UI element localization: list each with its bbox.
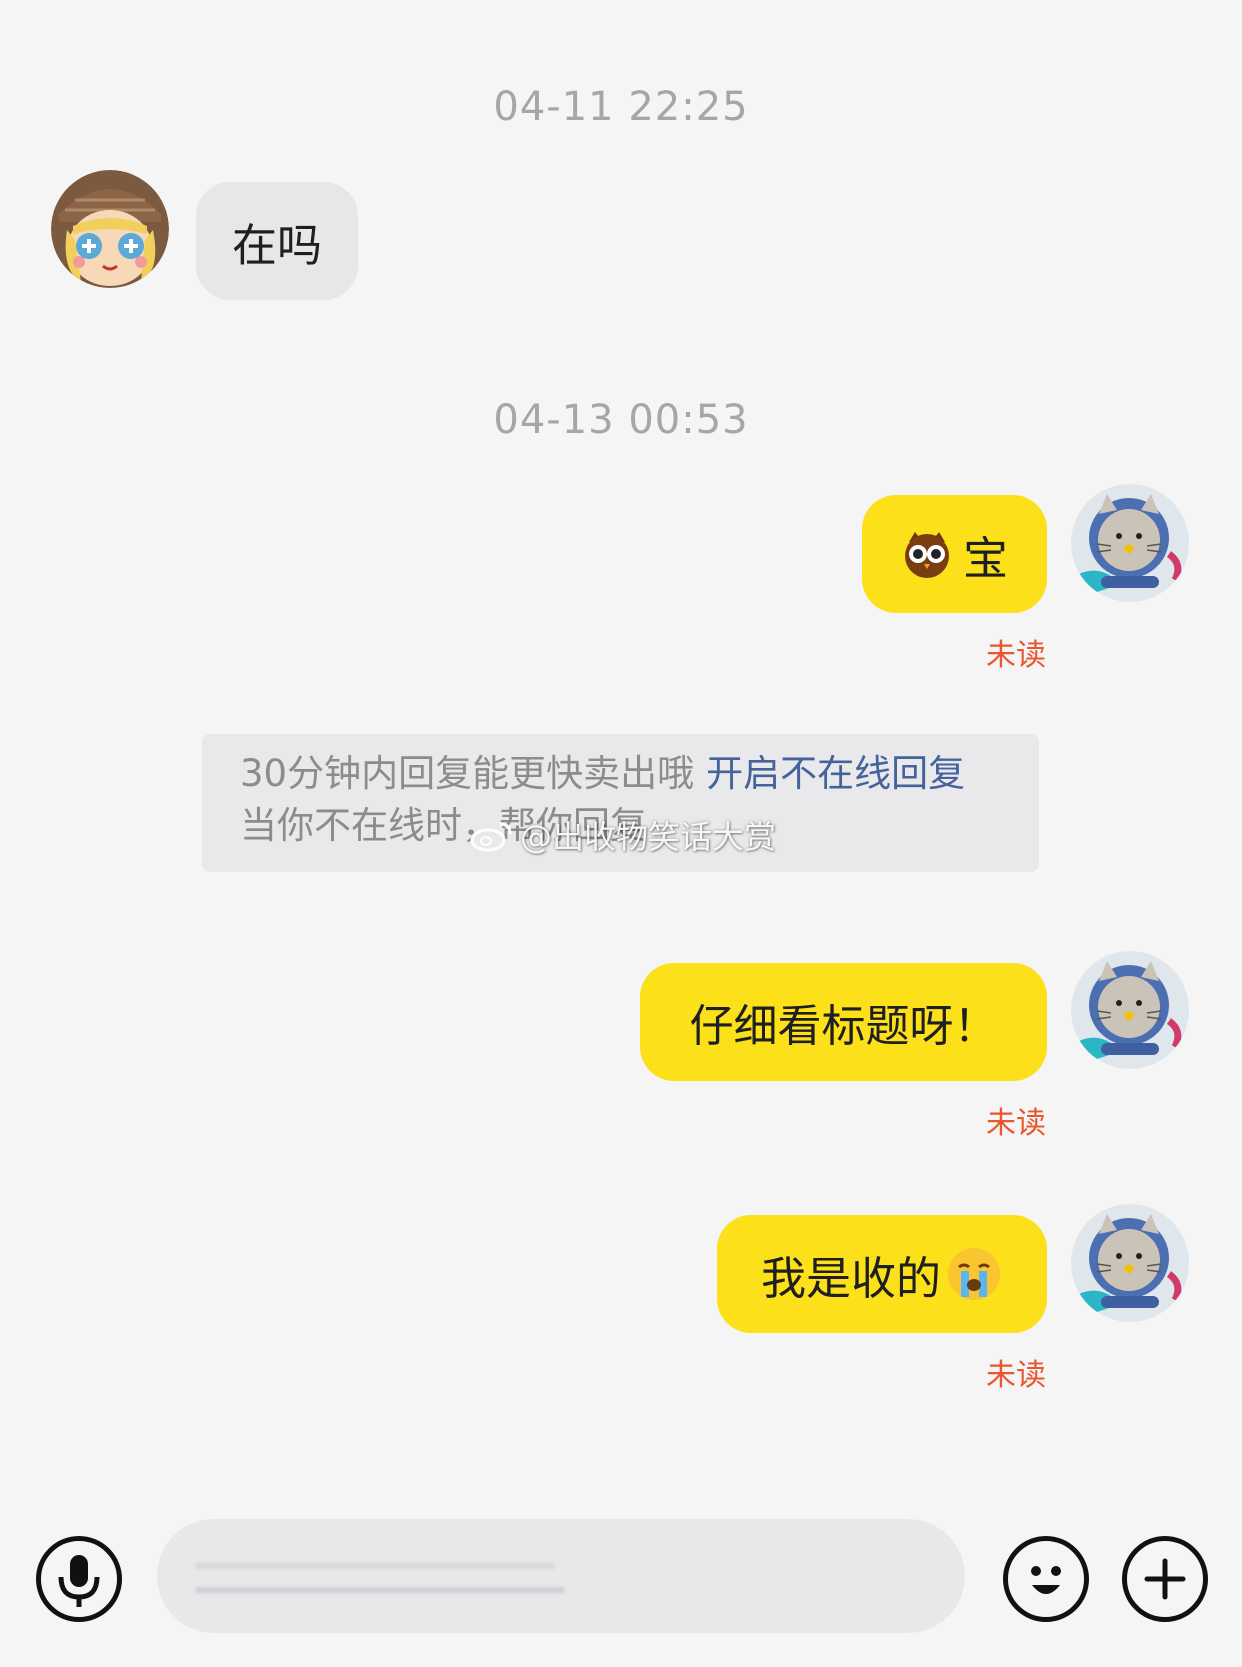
weibo-logo-icon — [470, 822, 512, 852]
add-button[interactable] — [1122, 1536, 1208, 1622]
outgoing-message-bubble[interactable]: 仔细看标题呀！ — [640, 963, 1047, 1081]
unread-status: 未读 — [986, 1358, 1046, 1393]
microphone-icon — [58, 1555, 100, 1607]
smiley-icon — [1031, 1566, 1061, 1594]
crying-face-emoji-icon — [945, 1245, 1003, 1303]
plus-icon — [1144, 1558, 1186, 1600]
watermark-text: @出收物笑话大赏 — [520, 818, 777, 856]
cat-astronaut-avatar-icon — [1071, 1204, 1189, 1322]
my-avatar-2[interactable] — [1071, 951, 1189, 1069]
message-input[interactable] — [157, 1519, 965, 1633]
owl-emoji-icon — [901, 528, 953, 580]
cat-astronaut-avatar-icon — [1071, 484, 1189, 602]
message-text: 在吗 — [232, 218, 323, 272]
incoming-message-bubble[interactable]: 在吗 — [196, 182, 359, 300]
doll-avatar-icon — [51, 170, 169, 288]
outgoing-message-bubble[interactable]: 宝 — [862, 495, 1047, 613]
timestamp-2: 04-13 00:53 — [493, 397, 749, 443]
contact-avatar[interactable] — [51, 170, 169, 288]
outgoing-message-bubble[interactable]: 我是收的 — [717, 1215, 1047, 1333]
message-text: 仔细看标题呀！ — [689, 1001, 998, 1052]
my-avatar-3[interactable] — [1071, 1204, 1189, 1322]
input-bar — [0, 1500, 1242, 1667]
message-text: 我是收的 — [760, 1251, 941, 1305]
unread-status: 未读 — [986, 1106, 1046, 1141]
voice-button[interactable] — [36, 1536, 122, 1622]
emoji-button[interactable] — [1003, 1536, 1089, 1622]
weibo-watermark: @出收物笑话大赏 — [470, 812, 776, 858]
cat-astronaut-avatar-icon — [1071, 951, 1189, 1069]
enable-offline-reply-link[interactable]: 开启不在线回复 — [706, 752, 965, 795]
my-avatar-1[interactable] — [1071, 484, 1189, 602]
timestamp-1: 04-11 22:25 — [493, 84, 749, 130]
tip-text-line1: 30分钟内回复能更快卖出哦 — [240, 752, 695, 795]
unread-status: 未读 — [986, 638, 1046, 673]
message-text: 宝 — [962, 531, 1008, 585]
